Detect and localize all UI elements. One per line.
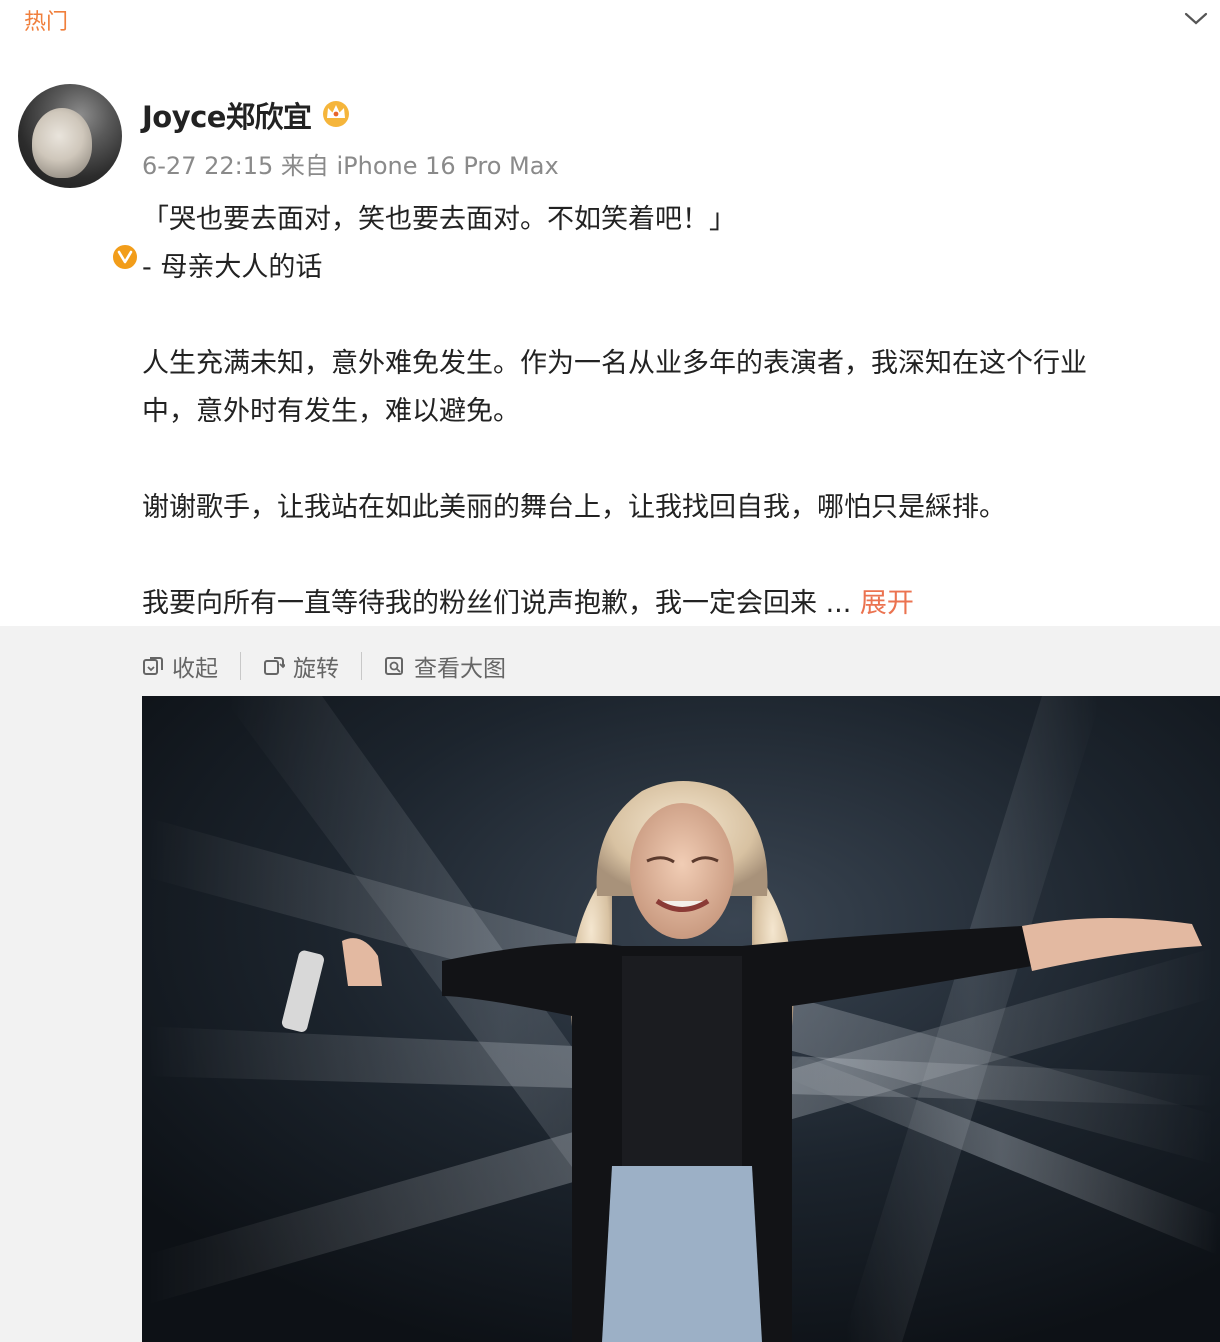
toolbar-divider <box>361 652 362 680</box>
rotate-button[interactable]: 旋转 <box>263 649 339 683</box>
post-paragraph: 中，意外时有发生，难以避免。 <box>142 396 520 427</box>
expand-link[interactable]: 展开 <box>860 588 914 619</box>
rotate-icon <box>264 657 285 675</box>
post-paragraph: 谢谢歌手，让我站在如此美丽的舞台上，让我找回自我，哪怕只是綵排。 <box>142 492 1006 523</box>
author-name[interactable]: Joyce郑欣宜 <box>142 94 312 136</box>
post-paragraph: 人生充满未知，意外难免发生。作为一名从业多年的表演者，我深知在这个行业 <box>142 348 1087 379</box>
image-toolbar: 收起 旋转 查看大图 <box>142 648 506 684</box>
toolbar-divider <box>240 652 241 680</box>
collapse-button[interactable]: 收起 <box>142 649 218 683</box>
collapse-icon <box>143 657 163 675</box>
avatar-photo <box>32 108 92 178</box>
collapse-label: 收起 <box>172 656 218 682</box>
rotate-label: 旋转 <box>293 656 339 682</box>
post-paragraph-text: 我要向所有一直等待我的粉丝们说声抱歉，我一定会回来 <box>142 588 817 619</box>
post-image[interactable] <box>142 696 1220 1342</box>
post-body: 「哭也要去面对，笑也要去面对。不如笑着吧！」 - 母亲大人的话 人生充满未知，意… <box>142 196 1202 628</box>
post-quote-source: - 母亲大人的话 <box>142 252 323 283</box>
hot-tab-label[interactable]: 热门 <box>24 4 68 36</box>
post-quote: 「哭也要去面对，笑也要去面对。不如笑着吧！」 <box>142 204 736 235</box>
view-large-icon <box>385 657 403 675</box>
view-large-button[interactable]: 查看大图 <box>384 649 506 683</box>
crown-icon[interactable] <box>320 98 352 128</box>
ellipsis: ... <box>817 588 860 619</box>
view-large-label: 查看大图 <box>414 656 506 682</box>
post-paragraph-truncated: 我要向所有一直等待我的粉丝们说声抱歉，我一定会回来 ... 展开 <box>142 580 1202 628</box>
verified-badge-icon <box>110 242 140 272</box>
stage-photo <box>142 696 1220 1342</box>
post-meta: 6-27 22:15 来自 iPhone 16 Pro Max <box>142 152 559 180</box>
chevron-down-icon[interactable] <box>1182 6 1210 32</box>
author-avatar[interactable] <box>18 84 140 272</box>
